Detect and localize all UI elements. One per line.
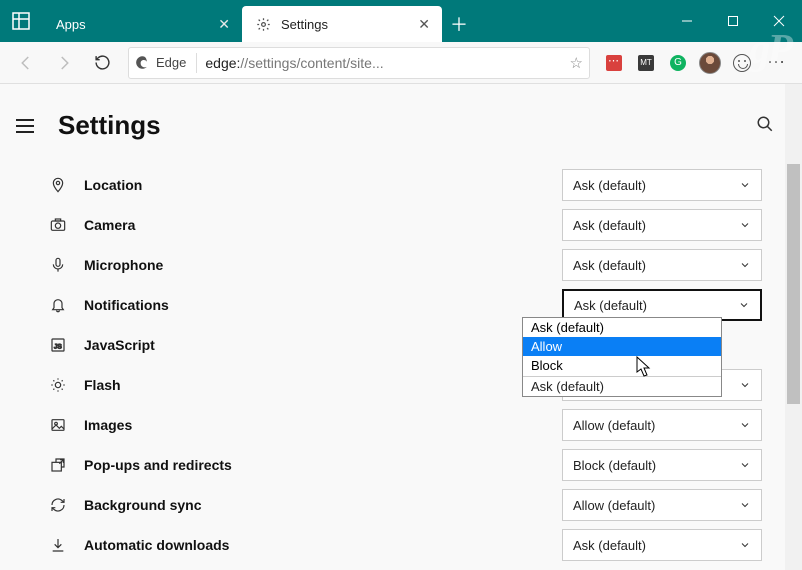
- permission-row-microphone: Microphone Ask (default): [44, 245, 762, 285]
- scrollbar-track[interactable]: [785, 84, 802, 570]
- permission-label: Pop-ups and redirects: [84, 457, 562, 473]
- browser-toolbar: Edge edge://settings/content/site... ☆ M…: [0, 42, 802, 84]
- tab-label: Settings: [281, 17, 408, 32]
- permission-row-images: Images Allow (default): [44, 405, 762, 445]
- tab-label: Apps: [56, 17, 208, 32]
- permission-select-camera[interactable]: Ask (default): [562, 209, 762, 241]
- autodl-icon: [44, 537, 72, 553]
- location-icon: [44, 177, 72, 193]
- permission-label: Flash: [84, 377, 562, 393]
- select-value: Block (default): [573, 458, 656, 473]
- select-value: Ask (default): [574, 298, 647, 313]
- forward-button[interactable]: [46, 47, 82, 79]
- images-icon: [44, 417, 72, 433]
- maximize-button[interactable]: [710, 0, 756, 42]
- extension-grammarly-icon[interactable]: G: [664, 49, 692, 77]
- gear-icon: [256, 17, 271, 32]
- menu-icon[interactable]: [16, 119, 44, 133]
- refresh-button[interactable]: [84, 47, 120, 79]
- close-icon[interactable]: ✕: [418, 16, 430, 33]
- notifications-icon: [44, 297, 72, 313]
- back-button[interactable]: [8, 47, 44, 79]
- close-button[interactable]: [756, 0, 802, 42]
- permission-label: Background sync: [84, 497, 562, 513]
- select-value: Ask (default): [573, 178, 646, 193]
- permission-label: Images: [84, 417, 562, 433]
- camera-icon: [44, 217, 72, 233]
- window-titlebar: Apps ✕ Settings ✕ ＋ gP: [0, 0, 802, 42]
- select-value: Allow (default): [573, 498, 655, 513]
- microphone-icon: [44, 257, 72, 273]
- permission-label: Notifications: [84, 297, 562, 313]
- settings-page: Settings Location Ask (default) Camera Ask …: [0, 84, 802, 570]
- permission-select-autodl[interactable]: Ask (default): [562, 529, 762, 561]
- select-value: Ask (default): [573, 258, 646, 273]
- dropdown-option[interactable]: Allow: [523, 337, 721, 356]
- close-icon[interactable]: ✕: [218, 16, 230, 33]
- edge-label: Edge: [156, 55, 186, 70]
- search-icon[interactable]: [756, 115, 774, 136]
- permission-label: Camera: [84, 217, 562, 233]
- permission-label: Automatic downloads: [84, 537, 562, 553]
- permission-label: Microphone: [84, 257, 562, 273]
- select-value: Ask (default): [573, 538, 646, 553]
- app-icon: [0, 0, 42, 42]
- page-title: Settings: [58, 110, 756, 141]
- permission-select-bgsync[interactable]: Allow (default): [562, 489, 762, 521]
- feedback-icon[interactable]: [728, 49, 756, 77]
- edge-badge: Edge: [135, 53, 197, 73]
- select-value-covered: Ask (default): [523, 376, 721, 396]
- scrollbar-thumb[interactable]: [787, 164, 800, 404]
- svg-text:JS: JS: [54, 343, 62, 350]
- tab-settings[interactable]: Settings ✕: [242, 6, 442, 42]
- permission-row-popups: Pop-ups and redirects Block (default): [44, 445, 762, 485]
- edge-icon: [135, 55, 150, 70]
- flash-icon: [44, 377, 72, 393]
- javascript-icon: JS: [44, 337, 72, 353]
- permission-select-popups[interactable]: Block (default): [562, 449, 762, 481]
- tab-apps[interactable]: Apps ✕: [42, 6, 242, 42]
- new-tab-button[interactable]: ＋: [442, 6, 476, 42]
- permission-row-bgsync: Background sync Allow (default): [44, 485, 762, 525]
- address-bar[interactable]: Edge edge://settings/content/site... ☆: [128, 47, 590, 79]
- permission-select-microphone[interactable]: Ask (default): [562, 249, 762, 281]
- permission-label: Location: [84, 177, 562, 193]
- dropdown-option[interactable]: Ask (default): [523, 318, 721, 337]
- select-value: Ask (default): [573, 218, 646, 233]
- popups-icon: [44, 457, 72, 473]
- extension-lastpass-icon[interactable]: [600, 49, 628, 77]
- extension-dark-icon[interactable]: MT: [632, 49, 660, 77]
- select-value: Allow (default): [573, 418, 655, 433]
- bgsync-icon: [44, 497, 72, 513]
- permission-select-images[interactable]: Allow (default): [562, 409, 762, 441]
- permission-row-autodl: Automatic downloads Ask (default): [44, 525, 762, 565]
- permission-dropdown-notifications[interactable]: Ask (default)AllowBlockAsk (default): [522, 317, 722, 397]
- minimize-button[interactable]: [664, 0, 710, 42]
- permission-row-camera: Camera Ask (default): [44, 205, 762, 245]
- more-menu-button[interactable]: ⋯: [758, 47, 794, 79]
- url-text: edge://settings/content/site...: [205, 55, 561, 71]
- dropdown-option[interactable]: Block: [523, 356, 721, 375]
- permission-row-location: Location Ask (default): [44, 165, 762, 205]
- profile-avatar[interactable]: [696, 49, 724, 77]
- favorite-icon[interactable]: ☆: [570, 54, 583, 72]
- permission-row-notifications: NotificationsAsk (default)Ask (default)A…: [44, 285, 762, 325]
- permission-select-location[interactable]: Ask (default): [562, 169, 762, 201]
